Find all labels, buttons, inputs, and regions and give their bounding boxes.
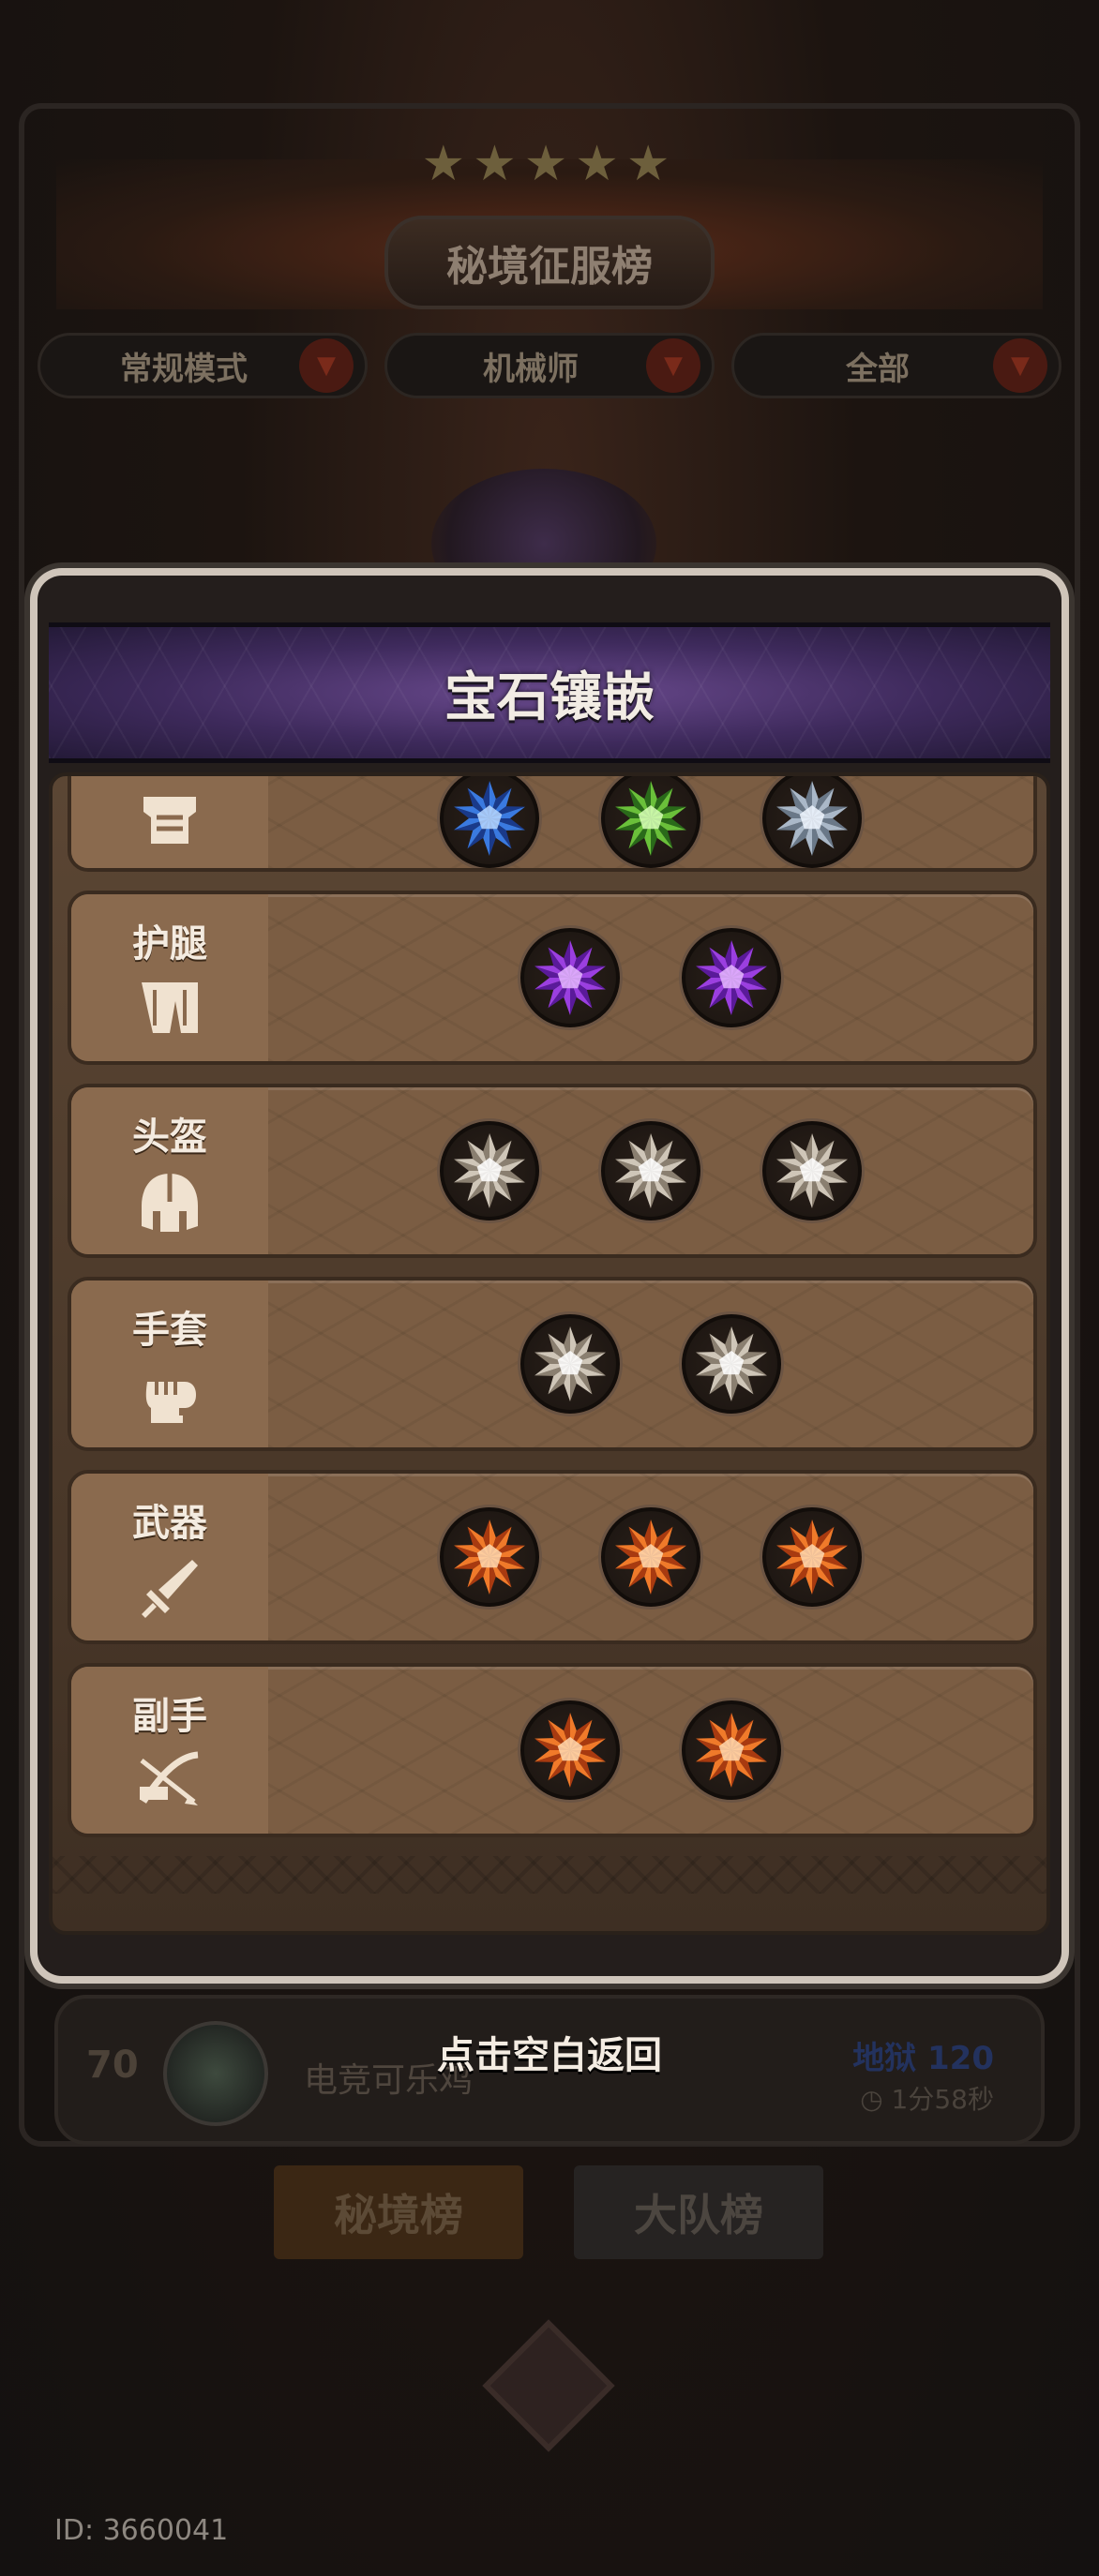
gem-slot-row[interactable]: 头盔 <box>68 1084 1037 1258</box>
purple-gem-icon[interactable] <box>682 928 781 1027</box>
player-time-value: 1分58秒 <box>891 2084 994 2115</box>
equipment-slot-label <box>71 776 268 868</box>
gem-slot-row[interactable]: 手套 <box>68 1277 1037 1451</box>
gem-slot-row[interactable]: 护腿 <box>68 891 1037 1065</box>
equipment-slot-label: 副手 <box>71 1667 268 1834</box>
equipment-slot-label: 护腿 <box>71 894 268 1061</box>
gem-sockets <box>268 1087 1033 1254</box>
gem-slot-row[interactable] <box>68 776 1037 872</box>
equipment-slot-name: 护腿 <box>132 922 207 966</box>
orange-gem-icon[interactable] <box>440 1507 539 1607</box>
rating-stars-icon: ★★★★★ <box>421 136 678 192</box>
white-gem-icon[interactable] <box>682 1314 781 1414</box>
equipment-slot-name: 副手 <box>132 1695 207 1738</box>
equipment-slot-name: 手套 <box>132 1309 207 1352</box>
filter-mode-label: 常规模式 <box>120 350 248 388</box>
gem-sockets <box>268 1667 1033 1834</box>
board-title: 秘境征服榜 <box>384 216 715 309</box>
orange-gem-icon[interactable] <box>682 1700 781 1800</box>
chevron-down-icon: ▼ <box>646 338 700 393</box>
gem-inlay-dialog: 宝石镶嵌 护腿头盔手套武器副手 <box>30 568 1069 1984</box>
green-gem-icon[interactable] <box>601 776 700 868</box>
chevron-down-icon: ▼ <box>993 338 1047 393</box>
leaderboard-tabs: 秘境榜 大队榜 <box>274 2165 823 2259</box>
gauntlet-icon <box>134 1363 205 1429</box>
user-id: ID: 3660041 <box>54 2514 229 2547</box>
purple-gem-icon[interactable] <box>520 928 620 1027</box>
equipment-slot-name: 武器 <box>132 1502 207 1545</box>
chest-armor-icon <box>134 789 205 855</box>
gem-sockets <box>268 1474 1033 1640</box>
filter-scope-label: 全部 <box>846 350 910 388</box>
tab-dungeon-board[interactable]: 秘境榜 <box>274 2165 523 2259</box>
white-gem-icon[interactable] <box>601 1121 700 1221</box>
clock-icon: ◷ <box>860 2084 892 2115</box>
dialog-inner: 宝石镶嵌 护腿头盔手套武器副手 <box>38 576 1061 1976</box>
equipment-slot-label: 武器 <box>71 1474 268 1640</box>
gem-slot-row[interactable]: 武器 <box>68 1470 1037 1644</box>
silver-gem-icon[interactable] <box>762 776 862 868</box>
filter-class[interactable]: 机械师 ▼ <box>384 333 715 398</box>
orange-gem-icon[interactable] <box>762 1507 862 1607</box>
gem-sockets <box>268 1281 1033 1447</box>
equipment-slot-name: 头盔 <box>132 1116 207 1159</box>
filter-mode[interactable]: 常规模式 ▼ <box>38 333 368 398</box>
crossed-swords-icon <box>482 2319 615 2452</box>
equipment-slot-label: 手套 <box>71 1281 268 1447</box>
gem-slot-list[interactable]: 护腿头盔手套武器副手 <box>49 772 1050 1935</box>
filter-class-label: 机械师 <box>483 350 579 388</box>
chevron-down-icon: ▼ <box>299 338 354 393</box>
helmet-icon <box>134 1170 205 1236</box>
orange-gem-icon[interactable] <box>601 1507 700 1607</box>
sword-icon <box>134 1556 205 1622</box>
gem-sockets <box>268 776 1033 868</box>
filter-bar: 常规模式 ▼ 机械师 ▼ 全部 ▼ <box>38 333 1061 398</box>
filter-scope[interactable]: 全部 ▼ <box>731 333 1061 398</box>
tab-team-board[interactable]: 大队榜 <box>574 2165 823 2259</box>
white-gem-icon[interactable] <box>440 1121 539 1221</box>
equipment-slot-label: 头盔 <box>71 1087 268 1254</box>
tap-blank-to-return-hint[interactable]: 点击空白返回 <box>0 2025 1099 2079</box>
blue-gem-icon[interactable] <box>440 776 539 868</box>
dialog-header: 宝石镶嵌 <box>49 622 1050 763</box>
white-gem-icon[interactable] <box>520 1314 620 1414</box>
white-gem-icon[interactable] <box>762 1121 862 1221</box>
dialog-title: 宝石镶嵌 <box>444 666 655 728</box>
orange-gem-icon[interactable] <box>520 1700 620 1800</box>
gem-slot-row[interactable]: 副手 <box>68 1663 1037 1837</box>
crossbow-icon <box>134 1749 205 1815</box>
player-time: ◷ 1分58秒 <box>860 2079 994 2117</box>
leggings-icon <box>134 977 205 1042</box>
gem-sockets <box>268 894 1033 1061</box>
